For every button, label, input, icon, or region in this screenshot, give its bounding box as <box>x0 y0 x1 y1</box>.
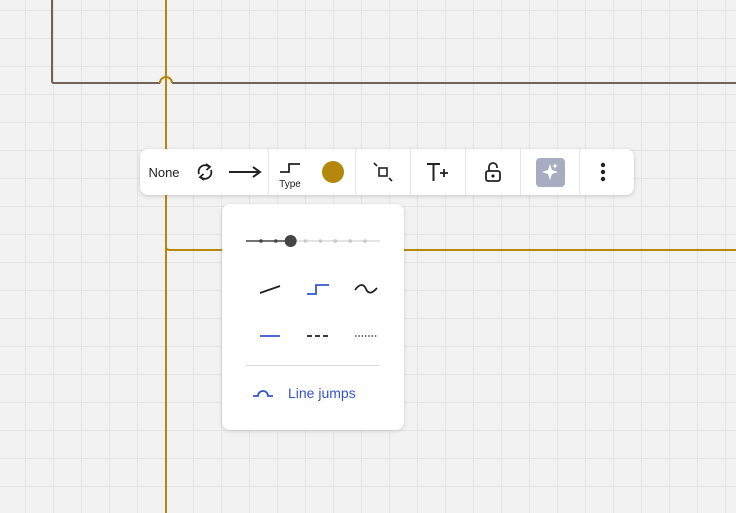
curved-line-icon <box>354 284 378 294</box>
fit-shape-icon <box>373 162 393 182</box>
lock-button[interactable] <box>466 149 520 195</box>
style-solid-option[interactable] <box>250 321 290 351</box>
slider-thumb <box>284 235 297 247</box>
solid-line-icon <box>260 335 280 337</box>
straight-line-icon <box>259 285 281 294</box>
swap-arrows-button[interactable] <box>188 149 222 195</box>
line-color-button[interactable] <box>311 149 355 195</box>
line-type-panel: Line jumps <box>222 204 404 430</box>
line-jumps-toggle[interactable]: Line jumps <box>252 380 356 406</box>
panel-divider <box>246 365 380 366</box>
slider-step-dot <box>348 239 353 243</box>
shape-straight-option[interactable] <box>250 274 290 304</box>
line-type-icon <box>280 163 300 173</box>
color-swatch <box>322 161 344 183</box>
style-dashed-option[interactable] <box>298 321 338 351</box>
dotted-line-icon <box>355 335 377 337</box>
add-text-icon <box>427 163 448 181</box>
arrow-end-icon <box>229 166 262 178</box>
slider-step-dot <box>273 239 278 243</box>
connector-gray[interactable] <box>51 0 736 84</box>
more-options-icon <box>600 162 606 182</box>
ai-assist-button[interactable] <box>521 149 579 195</box>
line-type-label: Type <box>279 179 301 190</box>
line-thickness-slider[interactable] <box>222 222 404 262</box>
arrow-end-button[interactable] <box>222 149 268 195</box>
style-dotted-option[interactable] <box>346 321 386 351</box>
slider-step-dot <box>333 239 338 243</box>
add-text-button[interactable] <box>411 149 465 195</box>
shape-curved-option[interactable] <box>346 274 386 304</box>
ai-assist-box <box>535 157 565 187</box>
more-options-button[interactable] <box>580 149 626 195</box>
arrow-start-button[interactable]: None <box>140 149 188 195</box>
line-jumps-label: Line jumps <box>288 385 356 401</box>
elbow-line-icon <box>307 284 329 295</box>
line-type-button[interactable]: Type <box>269 149 311 195</box>
connector-toolbar: None Type <box>140 149 634 195</box>
swap-icon <box>197 163 213 181</box>
slider-step-dot <box>318 239 323 243</box>
slider-step-dot <box>259 239 263 243</box>
slider-step-dot <box>363 239 367 243</box>
line-jump-icon <box>253 390 273 397</box>
arrow-start-label: None <box>148 164 180 180</box>
shape-elbow-option[interactable] <box>298 274 338 304</box>
fit-shape-button[interactable] <box>356 149 410 195</box>
slider-step-dot <box>303 239 308 243</box>
dashed-line-icon <box>307 335 329 337</box>
ai-sparkle-icon <box>542 163 558 180</box>
unlock-icon <box>485 162 501 182</box>
